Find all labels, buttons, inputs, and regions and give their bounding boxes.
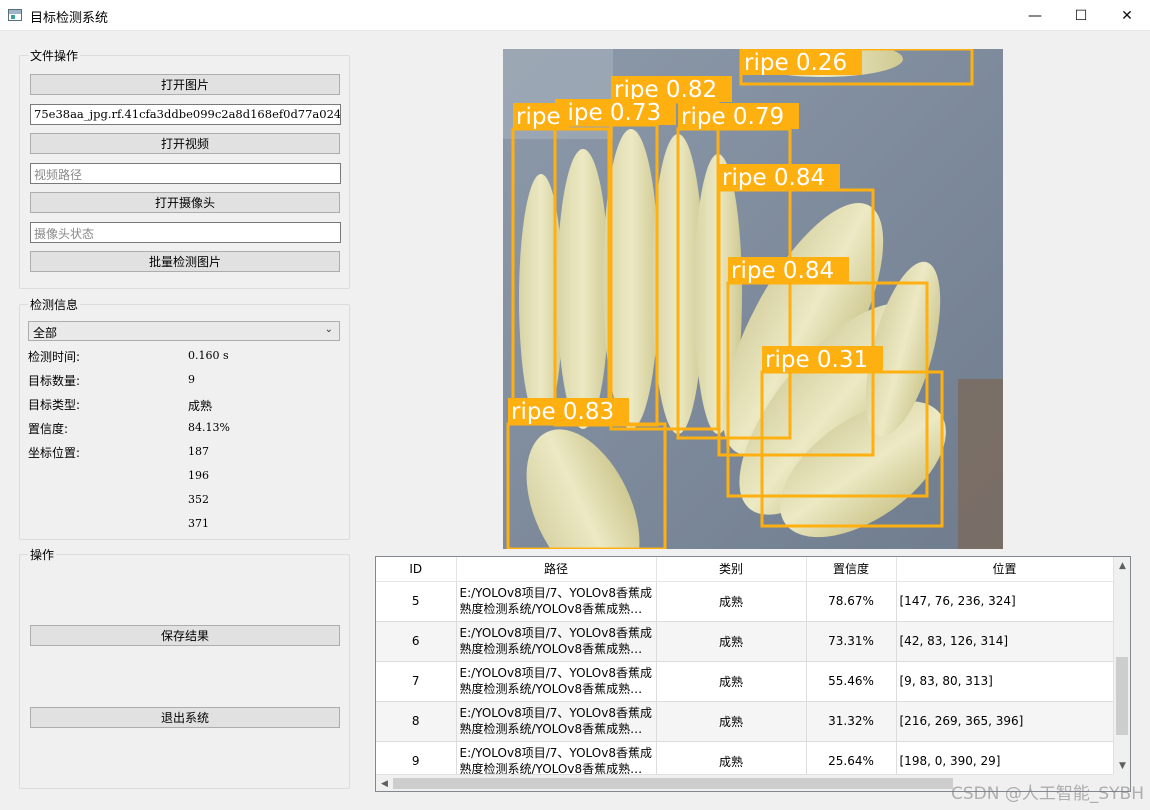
confidence-value: 84.13% [188, 421, 230, 434]
detection-label: ripe [516, 104, 561, 130]
cell-position: [147, 76, 236, 324] [896, 581, 1114, 622]
cell-path-line2: 熟度检测系统/YOLOv8香蕉成熟度... [459, 682, 653, 696]
vertical-scrollbar[interactable]: ▲ ▼ [1113, 557, 1130, 774]
position-label: 坐标位置: [28, 446, 81, 460]
horizontal-scroll-thumb[interactable] [393, 778, 953, 789]
window-title: 目标检测系统 [30, 11, 109, 26]
cell-path: E:/YOLOv8项目/7、YOLOv8香蕉成 熟度检测系统/YOLOv8香蕉成熟… [456, 581, 657, 622]
cell-path-line1: E:/YOLOv8项目/7、YOLOv8香蕉成 [459, 746, 652, 760]
table-row[interactable]: 8 E:/YOLOv8项目/7、YOLOv8香蕉成 熟度检测系统/YOLOv8香蕉… [376, 701, 1114, 742]
position-x1-value: 187 [188, 445, 209, 458]
cell-class: 成熟 [656, 701, 807, 742]
position-y2-value: 371 [188, 517, 209, 530]
detection-label: ripe 0.79 [681, 104, 784, 130]
close-button[interactable]: ✕ [1104, 0, 1150, 31]
image-background-floor [958, 379, 1003, 549]
position-x2-value: 352 [188, 493, 209, 506]
video-path-field[interactable]: 视频路径 [30, 163, 341, 184]
cell-position: [216, 269, 365, 396] [896, 701, 1114, 742]
open-camera-button[interactable]: 打开摄像头 [30, 192, 340, 213]
target-type-label: 目标类型: [28, 398, 81, 412]
cell-path-line1: E:/YOLOv8项目/7、YOLOv8香蕉成 [459, 666, 652, 680]
cell-confidence: 78.67% [806, 581, 897, 622]
cell-path-line2: 熟度检测系统/YOLOv8香蕉成熟度... [459, 602, 653, 616]
detection-result-image: ripe 0.26 ripe 0.82 ripe 0.73 ripe 0.79 ripe… [503, 49, 1003, 549]
target-count-label: 目标数量: [28, 374, 81, 388]
cell-path-line2: 熟度检测系统/YOLOv8香蕉成熟度... [459, 642, 653, 656]
detection-label: ripe 0.73 [558, 100, 661, 126]
cell-class: 成熟 [656, 661, 807, 702]
open-image-button[interactable]: 打开图片 [30, 74, 340, 95]
column-header-position[interactable]: 位置 [896, 557, 1114, 582]
target-filter-value: 全部 [33, 326, 58, 340]
camera-status-field[interactable]: 摄像头状态 [30, 222, 341, 243]
target-type-value: 成熟 [188, 399, 213, 413]
detection-label: ripe 0.84 [731, 258, 834, 284]
cell-confidence: 55.46% [806, 661, 897, 702]
confidence-label: 置信度: [28, 422, 69, 436]
open-video-button[interactable]: 打开视频 [30, 133, 340, 154]
table-row[interactable]: 6 E:/YOLOv8项目/7、YOLOv8香蕉成 熟度检测系统/YOLOv8香蕉… [376, 621, 1114, 662]
results-table[interactable]: ID 路径 类别 置信度 位置 5 E:/YOLOv8项目/7、YOLOv8香蕉… [375, 556, 1131, 792]
detection-label: ripe 0.26 [744, 50, 847, 76]
detection-label: ripe 0.31 [765, 347, 868, 373]
minimize-button[interactable]: — [1012, 0, 1058, 31]
cell-path-line1: E:/YOLOv8项目/7、YOLOv8香蕉成 [459, 626, 652, 640]
cell-position: [9, 83, 80, 313] [896, 661, 1114, 702]
results-grid: ID 路径 类别 置信度 位置 5 E:/YOLOv8项目/7、YOLOv8香蕉… [376, 557, 1114, 782]
cell-path-line2: 熟度检测系统/YOLOv8香蕉成熟度... [459, 722, 653, 736]
cell-confidence: 31.32% [806, 701, 897, 742]
scroll-down-icon[interactable]: ▼ [1114, 757, 1130, 774]
detection-info-group: 检测信息 全部 ⌄ 检测时间: 0.160 s 目标数量: 9 目标类型: 成熟… [19, 296, 350, 540]
cell-path: E:/YOLOv8项目/7、YOLOv8香蕉成 熟度检测系统/YOLOv8香蕉成熟… [456, 621, 657, 662]
detection-label: ripe 0.84 [722, 165, 825, 191]
chevron-down-icon: ⌄ [324, 324, 333, 335]
column-header-confidence[interactable]: 置信度 [806, 557, 897, 582]
column-header-id[interactable]: ID [376, 557, 457, 582]
cell-id: 8 [376, 701, 457, 742]
cell-id: 7 [376, 661, 457, 702]
table-header-row: ID 路径 类别 置信度 位置 [376, 557, 1114, 582]
image-path-field[interactable]: 75e38aa_jpg.rf.41cfa3ddbe099c2a8d168ef0d… [30, 104, 341, 125]
table-row[interactable]: 7 E:/YOLOv8项目/7、YOLOv8香蕉成 熟度检测系统/YOLOv8香蕉… [376, 661, 1114, 702]
column-header-path[interactable]: 路径 [456, 557, 657, 582]
batch-detect-button[interactable]: 批量检测图片 [30, 251, 340, 272]
cell-path: E:/YOLOv8项目/7、YOLOv8香蕉成 熟度检测系统/YOLOv8香蕉成熟… [456, 661, 657, 702]
cell-class: 成熟 [656, 581, 807, 622]
cell-path-line1: E:/YOLOv8项目/7、YOLOv8香蕉成 [459, 586, 652, 600]
detection-label: ripe 0.83 [511, 399, 614, 425]
app-window-icon [8, 9, 22, 21]
cell-confidence: 73.31% [806, 621, 897, 662]
cell-path: E:/YOLOv8项目/7、YOLOv8香蕉成 熟度检测系统/YOLOv8香蕉成熟… [456, 701, 657, 742]
detect-time-value: 0.160 s [188, 349, 229, 362]
cell-id: 6 [376, 621, 457, 662]
target-count-value: 9 [188, 373, 195, 386]
cell-id: 5 [376, 581, 457, 622]
detection-canvas: ripe 0.26ripe 0.82ripe 0.73 ripe 0.79ripe… [503, 49, 1003, 549]
position-y1-value: 196 [188, 469, 209, 482]
vertical-scroll-thumb[interactable] [1116, 657, 1128, 735]
detect-time-label: 检测时间: [28, 350, 81, 364]
detection-info-title: 检测信息 [28, 296, 81, 313]
scroll-left-icon[interactable]: ◀ [376, 775, 393, 791]
cell-class: 成熟 [656, 621, 807, 662]
operations-group: 操作 保存结果 退出系统 [19, 546, 350, 789]
cell-path-line1: E:/YOLOv8项目/7、YOLOv8香蕉成 [459, 706, 652, 720]
exit-system-button[interactable]: 退出系统 [30, 707, 340, 728]
table-row[interactable]: 5 E:/YOLOv8项目/7、YOLOv8香蕉成 熟度检测系统/YOLOv8香蕉… [376, 581, 1114, 622]
maximize-button[interactable]: ☐ [1058, 0, 1104, 31]
operations-title: 操作 [28, 546, 57, 563]
column-header-class[interactable]: 类别 [656, 557, 807, 582]
watermark-text: CSDN @人工智能_SYBH [951, 784, 1144, 804]
cell-position: [42, 83, 126, 314] [896, 621, 1114, 662]
file-operations-group: 文件操作 打开图片 75e38aa_jpg.rf.41cfa3ddbe099c2… [19, 47, 350, 289]
target-filter-select[interactable]: 全部 ⌄ [28, 321, 340, 341]
file-operations-title: 文件操作 [28, 47, 81, 64]
title-bar: 目标检测系统 — ☐ ✕ [0, 0, 1150, 31]
save-results-button[interactable]: 保存结果 [30, 625, 340, 646]
scroll-up-icon[interactable]: ▲ [1114, 557, 1130, 574]
